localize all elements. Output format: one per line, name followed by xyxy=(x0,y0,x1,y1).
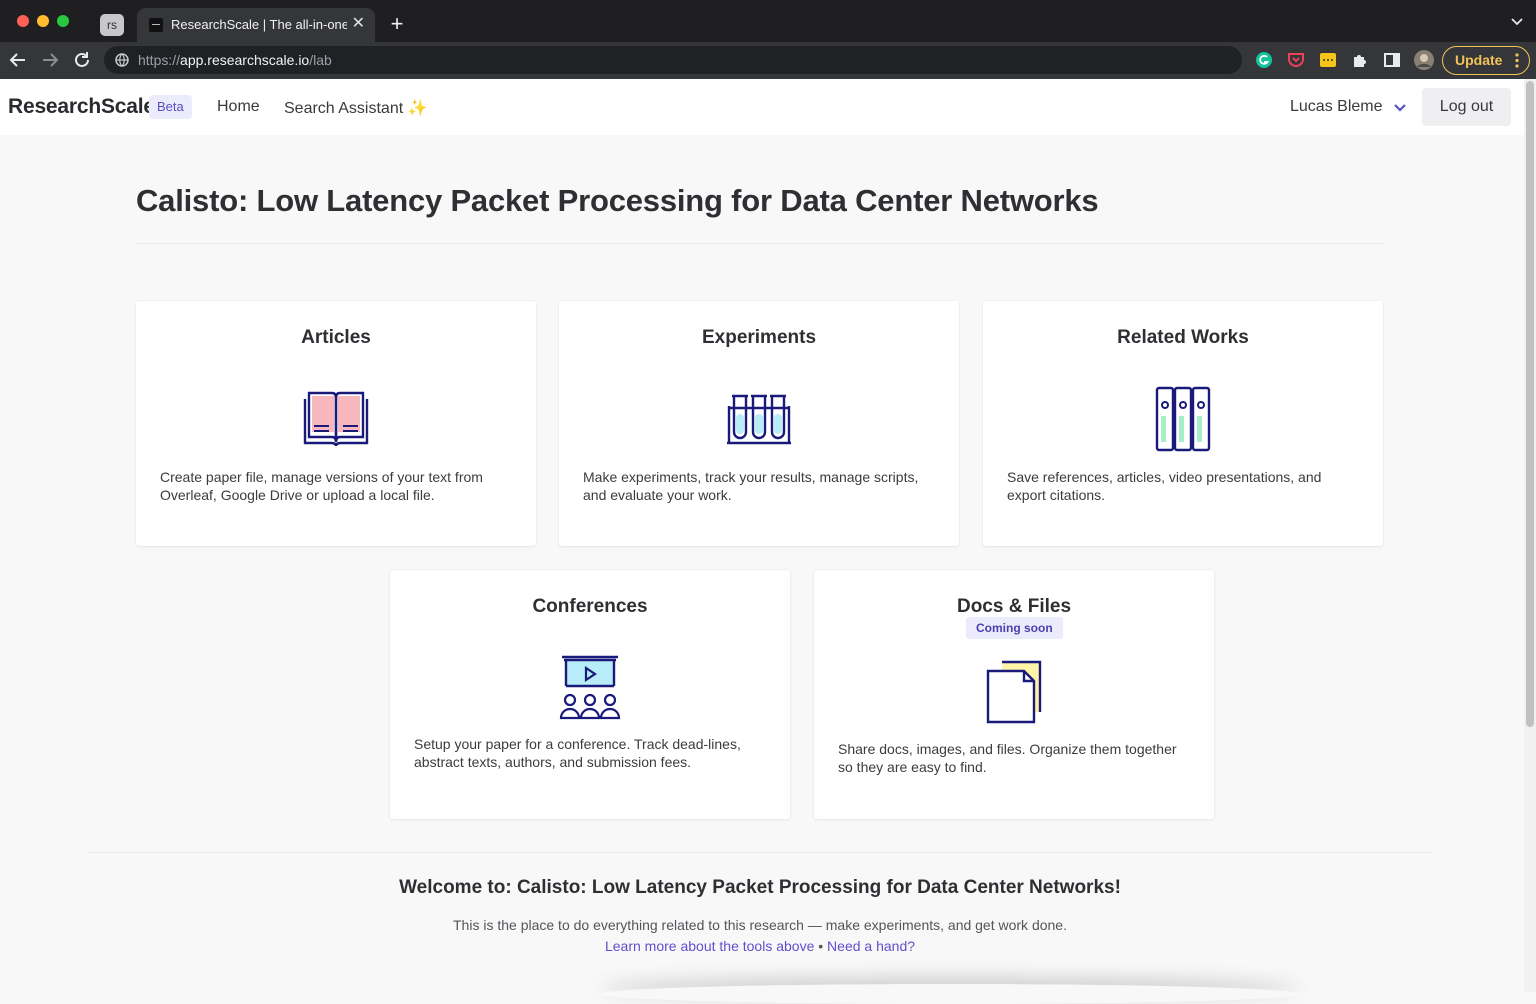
binders-icon xyxy=(1155,386,1211,452)
url-host: app.researchscale.io xyxy=(180,52,310,68)
need-a-hand-link[interactable]: Need a hand? xyxy=(827,938,915,954)
card-conferences[interactable]: Conferences Setup your paper for a confe… xyxy=(390,570,790,819)
tab-title: ResearchScale | The all-in-one xyxy=(171,17,347,32)
card-docs-files[interactable]: Docs & Files Coming soon Share docs, ima… xyxy=(814,570,1214,819)
section-divider xyxy=(88,852,1432,853)
new-tab-button[interactable]: + xyxy=(386,12,408,36)
brand-logo[interactable]: ResearchScale xyxy=(8,95,155,119)
page-title: Calisto: Low Latency Packet Processing f… xyxy=(136,183,1099,218)
learn-more-link[interactable]: Learn more about the tools above xyxy=(605,938,814,954)
url-path: /lab xyxy=(309,52,332,68)
active-tab[interactable]: ResearchScale | The all-in-one ✕ xyxy=(137,8,375,42)
maximize-window-button[interactable] xyxy=(57,15,69,27)
card-description: Share docs, images, and files. Organize … xyxy=(838,741,1177,775)
chevron-down-icon[interactable] xyxy=(1393,103,1407,113)
reload-icon[interactable] xyxy=(71,50,93,70)
minimize-window-button[interactable] xyxy=(37,15,49,27)
address-bar[interactable]: https://app.researchscale.io/lab xyxy=(104,46,1242,74)
grammarly-extension-icon[interactable] xyxy=(1254,50,1274,70)
extensions-puzzle-icon[interactable] xyxy=(1350,50,1370,70)
welcome-subtitle: This is the place to do everything relat… xyxy=(453,917,1067,933)
scrollbar-thumb[interactable] xyxy=(1526,81,1534,727)
back-icon[interactable] xyxy=(7,50,29,70)
test-tubes-icon xyxy=(727,394,791,445)
card-title: Docs & Files xyxy=(956,596,1072,617)
floating-panel-edge xyxy=(600,984,1300,1004)
logout-button[interactable]: Log out xyxy=(1422,88,1511,126)
forward-icon[interactable] xyxy=(39,50,61,70)
close-window-button[interactable] xyxy=(17,15,29,27)
documents-icon xyxy=(986,660,1042,724)
card-title: Related Works xyxy=(1117,327,1249,348)
card-description: Create paper file, manage versions of yo… xyxy=(160,469,483,503)
card-description: Save references, articles, video present… xyxy=(1007,469,1322,503)
welcome-links: Learn more about the tools above • Need … xyxy=(0,938,1520,954)
browser-toolbar: https://app.researchscale.io/lab Update xyxy=(0,42,1536,79)
pocket-extension-icon[interactable] xyxy=(1286,50,1306,70)
password-extension-icon[interactable] xyxy=(1318,50,1338,70)
card-related-works[interactable]: Related Works Save references, articles,… xyxy=(983,301,1383,546)
page-scrollbar[interactable] xyxy=(1524,79,1536,992)
open-book-icon xyxy=(303,391,369,447)
url-scheme: https:// xyxy=(138,52,181,68)
tab-search-chevron-icon[interactable] xyxy=(1510,14,1524,28)
card-description: Setup your paper for a conference. Track… xyxy=(414,736,741,770)
side-panel-icon[interactable] xyxy=(1382,50,1402,70)
beta-badge: Beta xyxy=(149,95,192,119)
nav-search-assistant[interactable]: Search Assistant ✨ xyxy=(284,98,428,118)
card-title: Conferences xyxy=(532,596,648,617)
app-header: ResearchScale Beta Home Search Assistant… xyxy=(0,79,1524,135)
nav-home[interactable]: Home xyxy=(217,98,260,116)
card-articles[interactable]: Articles Create paper file, manage versi… xyxy=(136,301,536,546)
more-options-icon[interactable] xyxy=(1515,53,1519,68)
card-description: Make experiments, track your results, ma… xyxy=(583,469,919,503)
update-label: Update xyxy=(1455,52,1503,68)
profile-avatar-icon[interactable] xyxy=(1413,49,1435,71)
browser-tab-strip: rs ResearchScale | The all-in-one ✕ + xyxy=(0,0,1536,42)
pinned-tab[interactable]: rs xyxy=(100,14,124,36)
welcome-title: Welcome to: Calisto: Low Latency Packet … xyxy=(399,877,1121,898)
title-divider xyxy=(136,243,1384,244)
site-favicon-icon xyxy=(149,18,163,32)
close-tab-icon[interactable]: ✕ xyxy=(352,15,365,33)
url-text[interactable]: https://app.researchscale.io/lab xyxy=(138,52,332,68)
site-info-icon[interactable] xyxy=(115,53,129,67)
coming-soon-badge: Coming soon xyxy=(966,617,1063,639)
presentation-audience-icon xyxy=(559,655,621,720)
link-separator: • xyxy=(818,938,824,954)
card-title: Articles xyxy=(301,327,371,348)
browser-update-button[interactable]: Update xyxy=(1442,46,1530,75)
card-experiments[interactable]: Experiments Make experiments, track your… xyxy=(559,301,959,546)
user-menu[interactable]: Lucas Bleme xyxy=(1290,98,1383,116)
card-title: Experiments xyxy=(701,327,817,348)
